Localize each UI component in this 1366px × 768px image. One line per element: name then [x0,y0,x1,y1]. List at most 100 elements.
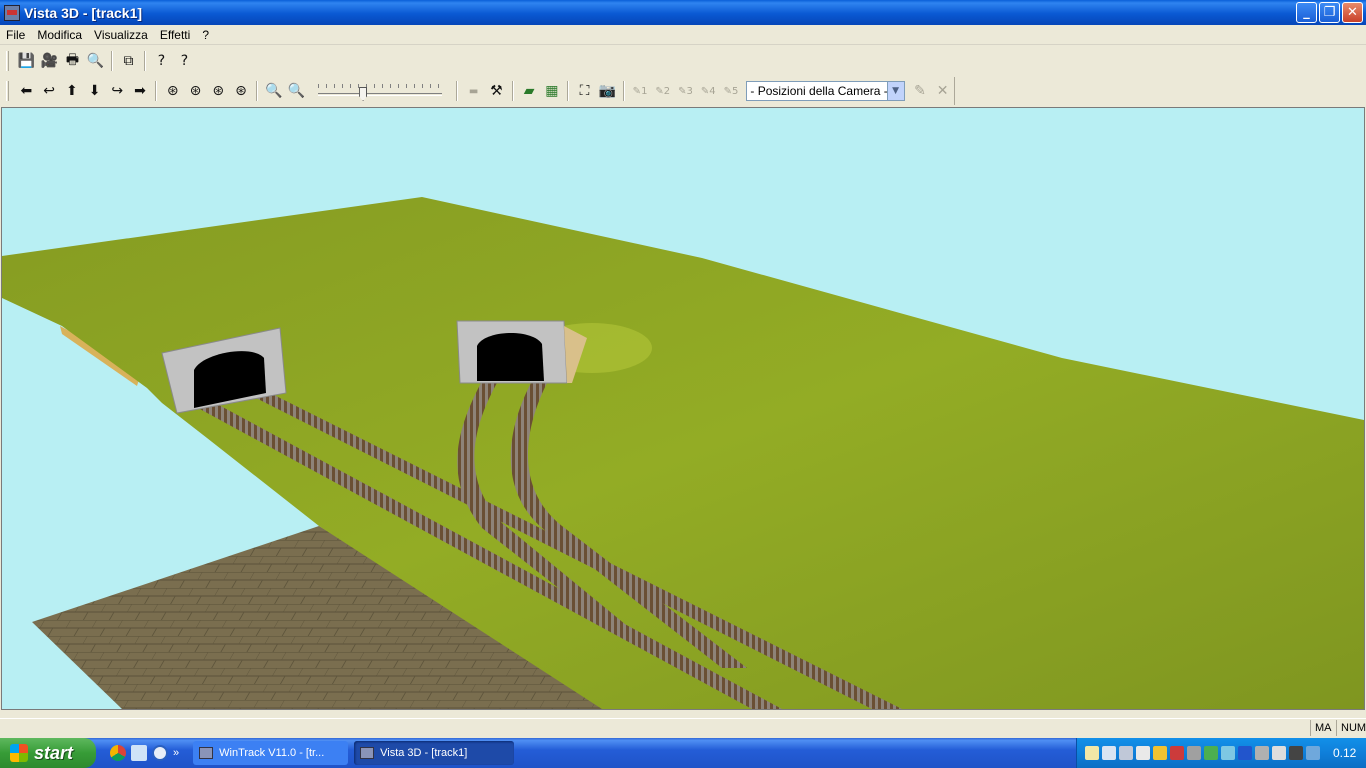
move-right-button[interactable]: ➡ [129,80,152,102]
camera-lower-button[interactable]: ⊛ [207,80,230,102]
num-indicator: NUM [1336,720,1366,736]
toolbar-separator [456,81,459,101]
toolbar-grip[interactable] [6,51,9,71]
camera-slot-label: 4 [709,85,716,97]
camera-save-position-icon: ✎ [914,83,926,99]
camera-slot-icon: ✎ [700,85,710,97]
camera-raise-button[interactable]: ⊛ [184,80,207,102]
help-button[interactable]: ? [150,50,173,72]
camera-raise-icon: ⊛ [189,83,202,99]
folder-tray-icon[interactable] [1085,746,1099,760]
track-tool-button[interactable]: ⚒ [485,80,508,102]
snapshot-icon: 📷 [598,83,617,99]
close-button[interactable]: ✕ [1342,2,1363,23]
camera-tilt-icon: ⊛ [235,83,247,99]
arrow-left-icon: ⬅ [20,83,33,99]
settings-tray-icon[interactable] [1187,746,1201,760]
start-button[interactable]: start [0,738,96,768]
print-preview-button[interactable]: 🔍 [84,50,107,72]
menu-visualizza[interactable]: Visualizza [88,28,154,42]
menu-modifica[interactable]: Modifica [31,28,88,42]
media-player-icon[interactable] [152,745,168,761]
camera-positions-value: - Posizioni della Camera - [750,84,888,98]
toolbar-separator [111,51,113,71]
save-button[interactable]: 💾 [15,50,38,72]
move-up-button[interactable]: ⬆ [60,80,83,102]
volume-tray-icon[interactable] [1136,746,1150,760]
camera-slot-5-button[interactable]: ✎ 5 [720,80,743,102]
camera-lower-icon: ⊛ [212,83,225,99]
camera-delete-position-button[interactable]: ✕ [931,80,954,102]
slider-thumb[interactable] [359,87,368,101]
explorer-icon[interactable] [131,745,147,761]
camera-positions-select[interactable]: - Posizioni della Camera - ▼ [746,81,905,101]
bluetooth-tray-icon[interactable] [1238,746,1252,760]
minimize-button[interactable]: _ [1296,2,1317,23]
fit-view-button[interactable]: ⛶ [573,80,596,102]
print-icon: 🖶 [65,52,80,68]
device-tray-icon[interactable] [1255,746,1269,760]
camera-tilt-button[interactable]: ⊛ [230,80,253,102]
chevron-down-icon[interactable]: ▼ [886,82,904,100]
task-wintrack[interactable]: WinTrack V11.0 - [tr... [193,741,349,765]
toolbar-grip[interactable] [6,81,9,101]
vista3d-app-icon [360,747,375,759]
camera-save-position-button[interactable]: ✎ [909,80,932,102]
camera-orbit-button[interactable]: ⊛ [161,80,184,102]
monitor-tray-icon[interactable] [1289,746,1303,760]
network-tray-icon[interactable] [1102,746,1116,760]
task-label: Vista 3D - [track1] [380,747,468,759]
print-button[interactable]: 🖶 [61,50,84,72]
camera-slot-2-button[interactable]: ✎ 2 [651,80,674,102]
connection-tray-icon[interactable] [1221,746,1235,760]
copy-button[interactable]: ⧉ [117,50,140,72]
camera-slot-3-button[interactable]: ✎ 3 [674,80,697,102]
chrome-icon[interactable] [110,745,126,761]
menu-effetti[interactable]: Effetti [154,28,196,42]
antivirus-tray-icon[interactable] [1170,746,1184,760]
hardware-tray-icon[interactable] [1272,746,1286,760]
restore-button[interactable]: ❐ [1319,2,1340,23]
menu-help[interactable]: ? [196,28,215,42]
search-tray-icon[interactable] [1306,746,1320,760]
display-tray-icon[interactable] [1119,746,1133,760]
app-icon[interactable] [4,4,20,21]
context-help-icon: ? [180,53,189,69]
slider-ticks [317,84,443,88]
move-left-button[interactable]: ⬅ [15,80,38,102]
terrain-flat-button[interactable]: ▬ [462,80,485,102]
camera-slot-icon: ✎ [632,85,642,97]
3d-scene[interactable] [2,108,1364,709]
context-help-button[interactable]: ? [173,50,196,72]
slider-track [317,93,443,96]
snapshot-button[interactable]: 📷 [596,80,619,102]
system-tray: 0.12 [1076,738,1366,768]
task-vista3d[interactable]: Vista 3D - [track1] [354,741,515,765]
camera-orbit-icon: ⊛ [166,83,179,99]
chevron-right-icon[interactable]: » [173,747,179,759]
security-tray-icon[interactable] [1153,746,1167,760]
standard-toolbar: 💾 🎥 🖶 🔍 ⧉ ? ? [0,47,200,75]
camera-button[interactable]: 🎥 [38,50,61,72]
grid-button[interactable]: ▦ [540,80,563,102]
zoom-in-button[interactable]: 🔍 [285,80,308,102]
grid-icon: ▦ [545,83,559,99]
turn-left-icon: ↩ [43,83,55,99]
move-down-button[interactable]: ⬇ [83,80,106,102]
camera-slot-1-button[interactable]: ✎ 1 [629,80,652,102]
track-tool-icon: ⚒ [490,83,503,99]
turn-left-button[interactable]: ↩ [38,80,61,102]
title-bar: Vista 3D - [track1] _ ❐ ✕ [0,0,1366,25]
toolbar-separator [144,51,146,71]
camera-icon: 🎥 [40,53,59,69]
zoom-out-icon: 🔍 [264,83,283,99]
zoom-out-button[interactable]: 🔍 [262,80,285,102]
3d-viewport[interactable] [1,107,1365,710]
zoom-slider[interactable] [316,80,444,102]
menu-file[interactable]: File [0,28,31,42]
turn-right-button[interactable]: ↪ [106,80,129,102]
camera-slot-4-button[interactable]: ✎ 4 [697,80,720,102]
save-icon: 💾 [17,53,36,69]
terrain-texture-button[interactable]: ▰ [518,80,541,102]
update-tray-icon[interactable] [1204,746,1218,760]
